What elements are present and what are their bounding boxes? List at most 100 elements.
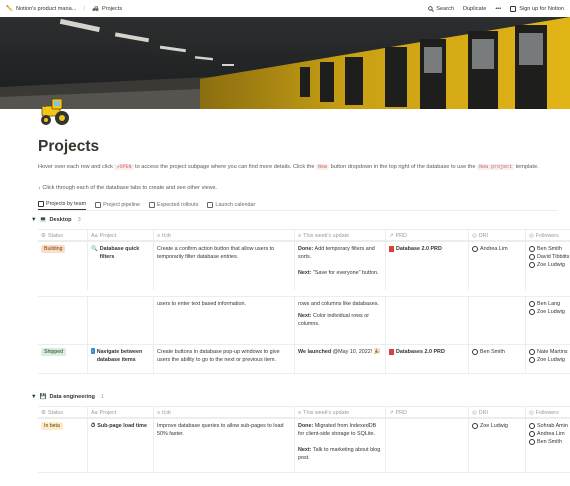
status-cell[interactable]: Building <box>38 242 88 290</box>
description-text-1: Hover over each row and click <box>38 164 115 170</box>
tldr-cell[interactable]: Create a confirm action button that allo… <box>154 242 295 290</box>
update-cell[interactable]: Done: Add temporary filters and sorts. N… <box>295 242 386 290</box>
header-label: Project <box>99 410 117 416</box>
update-text: "Save for everyone" button. <box>311 270 379 276</box>
collapse-triangle-icon[interactable]: ▼ <box>31 217 37 223</box>
update-cell[interactable]: We launched @May 10, 2022! 🎉 <box>295 345 386 373</box>
update-cell[interactable]: Done: Migrated from IndexedDB for client… <box>295 419 386 472</box>
database-view-tabs: Projects by team Project pipeline Expect… <box>38 199 558 211</box>
status-cell[interactable] <box>38 297 88 344</box>
dri-name: Andrea Lim <box>480 246 508 252</box>
update-cell[interactable]: rows and columns like databases. Next: C… <box>295 297 386 344</box>
avatar <box>529 301 535 307</box>
tldr-text: Improve database queries to allow sub-pa… <box>157 423 284 437</box>
tab-expected-rollouts[interactable]: Expected rollouts <box>149 199 198 210</box>
group-count: 1 <box>100 394 105 400</box>
tldr-cell[interactable]: users to enter text based information. <box>154 297 295 344</box>
project-cell[interactable]: ↓ Navigate between database items <box>88 345 154 373</box>
project-title[interactable]: Database quick filters <box>100 245 150 261</box>
status-icon: ⚙ <box>41 410 46 416</box>
update-label: Next: <box>298 270 312 276</box>
status-cell[interactable]: Shipped <box>38 345 88 373</box>
prd-cell[interactable]: Database 2.0 PRD <box>386 242 469 290</box>
person-icon: ◎ <box>472 233 477 239</box>
group-desktop[interactable]: ▼ 💻 Desktop 3 <box>31 217 81 223</box>
project-title[interactable]: Sub-page load time <box>97 422 147 430</box>
status-cell[interactable]: In beta <box>38 419 88 472</box>
dri-cell[interactable] <box>469 297 526 344</box>
prd-cell[interactable] <box>386 419 469 472</box>
prd-cell[interactable]: Databases 2.0 PRD <box>386 345 469 373</box>
page-tractor-icon[interactable] <box>38 96 72 126</box>
tab-projects-by-team[interactable]: Projects by team <box>38 199 87 210</box>
project-title[interactable]: Navigate between database items <box>97 348 150 364</box>
followers-cell[interactable]: Sohrab Amin Andrea Lim Ben Smith <box>526 419 570 472</box>
status-icon: ⚙ <box>41 233 46 239</box>
breadcrumb-page[interactable]: Projects <box>102 6 122 12</box>
update-text: Talk to marketing about blog post. <box>298 447 381 461</box>
signup-button[interactable]: Sign up for Notion <box>510 5 564 12</box>
follower-name: Ben Lang <box>537 301 561 307</box>
status-badge: In beta <box>41 422 63 430</box>
avatar <box>529 309 535 315</box>
avatar <box>472 423 478 429</box>
update-label: Done: <box>298 423 314 429</box>
dri-cell[interactable]: Zoe Ludwig <box>469 419 526 472</box>
search-icon <box>428 5 435 12</box>
tldr-cell[interactable]: Improve database queries to allow sub-pa… <box>154 419 295 472</box>
header-label: Status <box>47 410 64 416</box>
table-row[interactable]: users to enter text based information. r… <box>38 296 570 344</box>
tab-label: Project pipeline <box>103 201 141 208</box>
page-description: Hover over each row and click ↗OPEN to a… <box>38 163 558 172</box>
tldr-text: Create a confirm action button that allo… <box>157 246 275 260</box>
person-icon: ◎ <box>529 233 534 239</box>
table-row[interactable]: Shipped ↓ Navigate between database items… <box>38 344 570 374</box>
followers-cell[interactable]: Ben Lang Zoe Ludwig <box>526 297 570 344</box>
dri-cell[interactable]: Ben Smith <box>469 345 526 373</box>
duplicate-button[interactable]: Duplicate <box>463 6 486 12</box>
follower-name: Ben Smith <box>537 439 562 445</box>
prd-cell[interactable] <box>386 297 469 344</box>
status-badge: Building <box>41 245 66 253</box>
hint-text: ↓ Click through each of the database tab… <box>38 185 218 191</box>
prd-link[interactable]: Databases 2.0 PRD <box>396 348 445 356</box>
calendar-icon <box>207 201 214 208</box>
group-name: Data engineering <box>49 394 95 400</box>
table-row[interactable]: Building 🔍 Database quick filters Create … <box>38 241 570 290</box>
tldr-cell[interactable]: Create buttons in database pop-up window… <box>154 345 295 373</box>
avatar <box>529 246 535 252</box>
more-options-button[interactable]: ••• <box>495 6 501 12</box>
tab-launch-calendar[interactable]: Launch calendar <box>207 199 255 210</box>
table-header-row: ⚙ Status Aa Project ≡ tl;dr ≡ This week's up… <box>38 229 570 242</box>
dri-cell[interactable]: Andrea Lim <box>469 242 526 290</box>
avatar <box>529 431 535 437</box>
relation-icon: ↗ <box>389 410 394 416</box>
floppy-disk-icon: 💾 <box>39 394 47 400</box>
group-count: 3 <box>77 217 81 223</box>
tab-project-pipeline[interactable]: Project pipeline <box>95 199 140 210</box>
project-cell[interactable]: ⏱ Sub-page load time <box>88 419 154 472</box>
header-label: This week's update <box>303 410 350 416</box>
status-badge: Shipped <box>41 348 67 356</box>
breadcrumb-workspace[interactable]: Notion's product mana... <box>16 6 76 12</box>
signup-label: Sign up for Notion <box>519 5 564 12</box>
tldr-text: users to enter text based information. <box>157 301 246 307</box>
update-text: @May 10, 2022! 🎉 <box>331 349 381 355</box>
project-cell[interactable]: 🔍 Database quick filters <box>88 242 154 290</box>
prd-link[interactable]: Database 2.0 PRD <box>396 245 442 253</box>
followers-cell[interactable]: Ben Smith David Tibbitts Zoe Ludwig <box>526 242 570 290</box>
avatar <box>529 254 535 260</box>
followers-cell[interactable]: Nate Martins Zoe Ludwig <box>526 345 570 373</box>
tractor-icon: 🚜 <box>92 5 99 12</box>
group-data-engineering[interactable]: ▼ 💾 Data engineering 1 <box>31 394 104 400</box>
follower-name: Zoe Ludwig <box>537 262 565 268</box>
search-button[interactable]: Search <box>428 6 454 12</box>
book-icon <box>389 246 394 252</box>
desktop-icon: 💻 <box>39 217 47 223</box>
avatar <box>529 349 535 355</box>
table-row[interactable]: In beta ⏱ Sub-page load time Improve data… <box>38 418 570 473</box>
collapse-triangle-icon[interactable]: ▼ <box>31 394 37 400</box>
person-icon: ◎ <box>529 410 534 416</box>
stopwatch-icon: ⏱ <box>91 423 96 429</box>
project-cell[interactable] <box>88 297 154 344</box>
